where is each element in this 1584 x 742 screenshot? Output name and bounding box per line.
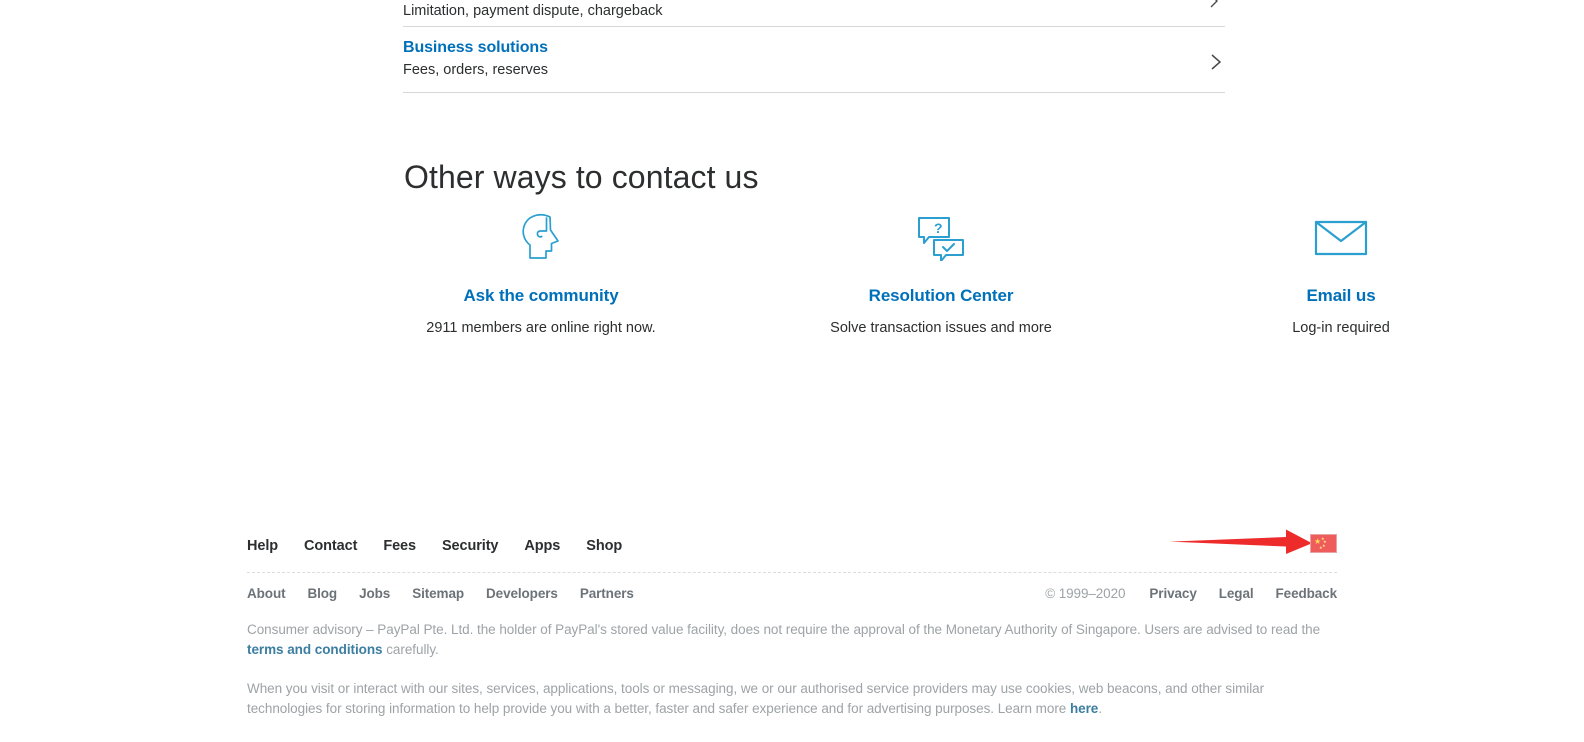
contact-card-resolution-center[interactable]: ? Resolution Center Solve transaction is…	[804, 208, 1078, 338]
copyright-text: © 1999–2020	[1045, 586, 1125, 601]
topic-subtitle: Limitation, payment dispute, chargeback	[403, 0, 1185, 22]
footer-link-blog[interactable]: Blog	[307, 586, 337, 601]
envelope-icon	[1204, 208, 1478, 266]
contact-card-ask-the-community[interactable]: Ask the community 2911 members are onlin…	[404, 208, 678, 338]
chevron-right-icon	[1207, 53, 1221, 67]
footer-link-developers[interactable]: Developers	[486, 586, 558, 601]
footer-link-sitemap[interactable]: Sitemap	[412, 586, 464, 601]
topic-subtitle: Fees, orders, reserves	[403, 59, 1185, 81]
topic-row[interactable]: Limitation, payment dispute, chargeback	[403, 0, 1225, 27]
footer-link-feedback[interactable]: Feedback	[1276, 586, 1337, 601]
svg-text:?: ?	[934, 220, 943, 236]
advisory-part2: carefully.	[383, 642, 439, 657]
footer-link-shop[interactable]: Shop	[586, 538, 622, 554]
contact-card-description: Log-in required	[1204, 318, 1478, 338]
terms-and-conditions-link[interactable]: terms and conditions	[247, 642, 383, 657]
footer-link-legal[interactable]: Legal	[1219, 586, 1254, 601]
footer-link-security[interactable]: Security	[442, 538, 498, 554]
flag-china-icon[interactable]: ★ ★ ★ ★ ★	[1310, 534, 1337, 553]
cookies-learn-more-link[interactable]: here	[1070, 701, 1098, 716]
footer-link-partners[interactable]: Partners	[580, 586, 634, 601]
footer-link-apps[interactable]: Apps	[524, 538, 560, 554]
footer-legal-nav: © 1999–2020 Privacy Legal Feedback	[1045, 573, 1337, 613]
footer-link-fees[interactable]: Fees	[383, 538, 416, 554]
contact-card-title: Resolution Center	[804, 286, 1078, 306]
chevron-right-icon	[1207, 0, 1221, 8]
footer-primary-nav: Help Contact Fees Security Apps Shop ★ ★…	[247, 520, 1337, 572]
contact-card-title: Email us	[1204, 286, 1478, 306]
consumer-advisory-text: Consumer advisory – PayPal Pte. Ltd. the…	[247, 620, 1332, 660]
cookies-notice-text: When you visit or interact with our site…	[247, 679, 1332, 719]
contact-card-title: Ask the community	[404, 286, 678, 306]
help-topics-list: Limitation, payment dispute, chargeback …	[403, 0, 1225, 93]
footer-link-jobs[interactable]: Jobs	[359, 586, 390, 601]
topic-title: Business solutions	[403, 37, 1185, 59]
chat-bubbles-question-check-icon: ?	[804, 208, 1078, 266]
footer-link-contact[interactable]: Contact	[304, 538, 357, 554]
contact-card-description: Solve transaction issues and more	[804, 318, 1078, 338]
contact-options: Ask the community 2911 members are onlin…	[404, 208, 1584, 338]
page-title: Other ways to contact us	[404, 155, 759, 199]
topic-row-business-solutions[interactable]: Business solutions Fees, orders, reserve…	[403, 27, 1225, 93]
footer-link-help[interactable]: Help	[247, 538, 278, 554]
cookies-part2: .	[1098, 701, 1102, 716]
footer-link-privacy[interactable]: Privacy	[1149, 586, 1196, 601]
flag-star-small: ★	[1319, 546, 1323, 550]
contact-card-email-us[interactable]: Email us Log-in required	[1204, 208, 1478, 338]
site-footer: Help Contact Fees Security Apps Shop ★ ★…	[0, 520, 1584, 733]
cookies-part1: When you visit or interact with our site…	[247, 681, 1264, 716]
footer-link-about[interactable]: About	[247, 586, 285, 601]
contact-card-description: 2911 members are online right now.	[404, 318, 678, 338]
footer-secondary-nav: About Blog Jobs Sitemap Developers Partn…	[247, 573, 1337, 613]
advisory-part1: Consumer advisory – PayPal Pte. Ltd. the…	[247, 622, 1320, 637]
head-profile-icon	[404, 208, 678, 266]
